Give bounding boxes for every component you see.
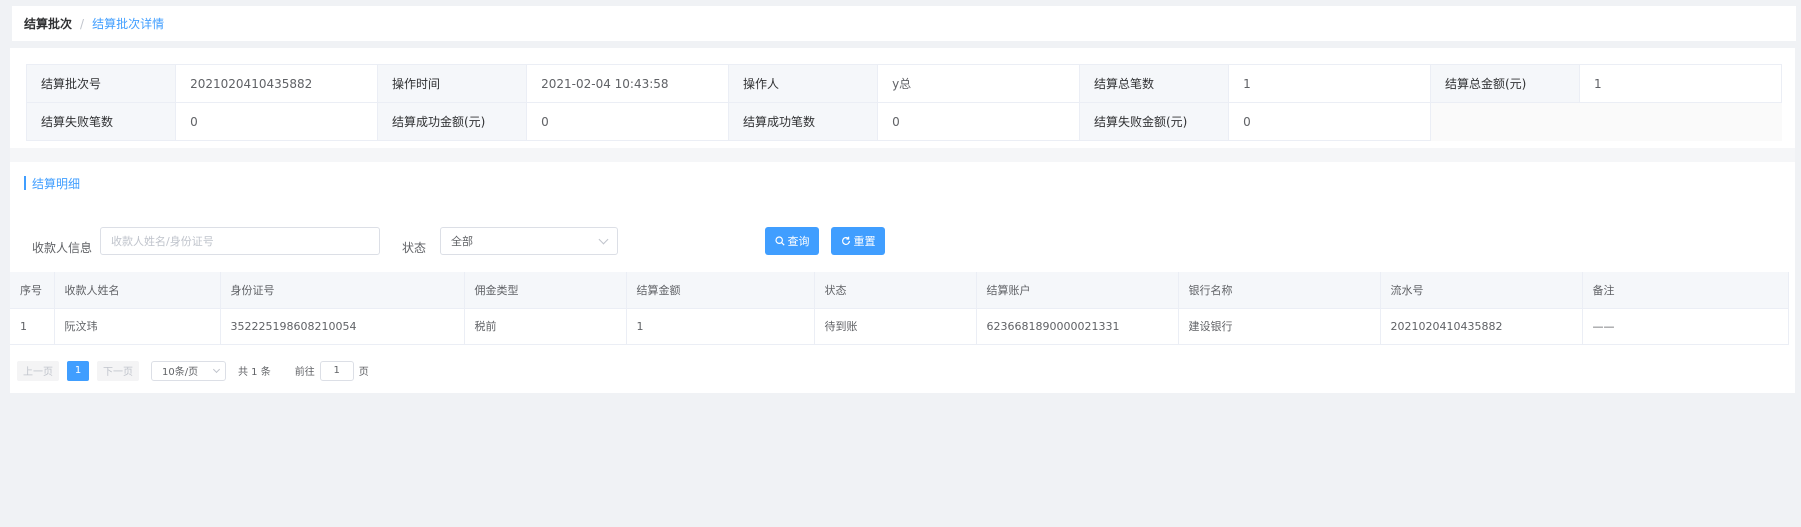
summary-empty-cell xyxy=(1579,102,1782,141)
chevron-down-icon xyxy=(598,234,609,245)
column-header: 序号 xyxy=(10,272,55,309)
payee-info-label: 收款人信息 xyxy=(32,241,93,255)
summary-value: y总 xyxy=(877,64,1080,103)
status-select[interactable]: 全部 xyxy=(440,227,618,255)
table-cell: 税前 xyxy=(464,308,627,345)
table-cell: 阮汶玮 xyxy=(54,308,221,345)
summary-label: 结算成功金额(元) xyxy=(376,102,528,141)
summary-label: 操作人 xyxy=(727,64,879,103)
table-header-row: 序号 收款人姓名 身份证号 佣金类型 结算金额 状态 结算账户 银行名称 流水号… xyxy=(10,272,1789,309)
summary-label: 结算失败笔数 xyxy=(25,102,177,141)
summary-value: 0 xyxy=(877,102,1080,141)
reset-button-label: 重置 xyxy=(853,235,876,248)
breadcrumb-separator: / xyxy=(80,16,85,31)
summary-label: 结算成功笔数 xyxy=(727,102,879,141)
table-cell: —— xyxy=(1582,308,1789,345)
goto-page-input[interactable] xyxy=(319,360,354,381)
table-cell: 待到账 xyxy=(814,308,977,345)
summary-label: 操作时间 xyxy=(376,64,528,103)
table-cell: 1 xyxy=(10,308,55,345)
status-label: 状态 xyxy=(402,241,427,255)
summary-value: 1 xyxy=(1579,64,1782,103)
status-select-value: 全部 xyxy=(451,235,473,248)
summary-label: 结算总金额(元) xyxy=(1429,64,1581,103)
column-header: 身份证号 xyxy=(220,272,465,309)
section-accent-bar xyxy=(24,176,26,190)
summary-value: 0 xyxy=(175,102,378,141)
total-count: 共 1 条 xyxy=(238,367,271,378)
page-jumper: 前往 页 xyxy=(294,360,369,381)
chevron-down-icon xyxy=(212,365,221,373)
column-header: 银行名称 xyxy=(1178,272,1381,309)
table-cell: 2021020410435882 xyxy=(1380,308,1583,345)
page-size-value: 10条/页 xyxy=(162,367,199,378)
table-cell: 352225198608210054 xyxy=(220,308,465,345)
column-header: 收款人姓名 xyxy=(54,272,221,309)
summary-row-1: 结算批次号 2021020410435882 操作时间 2021-02-04 1… xyxy=(25,64,1782,103)
table-cell: 6236681890000021331 xyxy=(976,308,1179,345)
summary-value: 0 xyxy=(1228,102,1431,141)
summary-value: 2021020410435882 xyxy=(175,64,378,103)
summary-label: 结算批次号 xyxy=(25,64,177,103)
summary-table: 结算批次号 2021020410435882 操作时间 2021-02-04 1… xyxy=(25,64,1782,141)
search-button[interactable]: 查询 xyxy=(765,227,819,255)
refresh-icon xyxy=(841,236,850,245)
breadcrumb-current: 结算批次详情 xyxy=(92,17,165,31)
page-size-select[interactable]: 10条/页 xyxy=(151,360,226,381)
payee-search-input[interactable] xyxy=(100,227,380,255)
summary-label: 结算失败金额(元) xyxy=(1078,102,1230,141)
filter-bar: 收款人信息 状态 全部 查询 重置 xyxy=(10,213,1795,273)
summary-value: 1 xyxy=(1228,64,1431,103)
search-button-label: 查询 xyxy=(787,235,810,248)
breadcrumb: 结算批次 / 结算批次详情 xyxy=(12,6,1796,41)
summary-value: 2021-02-04 10:43:58 xyxy=(526,64,729,103)
column-header: 结算账户 xyxy=(976,272,1179,309)
column-header: 流水号 xyxy=(1380,272,1583,309)
search-icon xyxy=(774,236,785,246)
breadcrumb-parent[interactable]: 结算批次 xyxy=(24,15,72,32)
page-number-1[interactable]: 1 xyxy=(67,360,89,381)
pagination: 上一页 1 下一页 10条/页 共 1 条 前往 页 xyxy=(10,348,1795,393)
summary-label: 结算总笔数 xyxy=(1078,64,1230,103)
section-title: 结算明细 xyxy=(32,176,81,191)
detail-grid: 序号 收款人姓名 身份证号 佣金类型 结算金额 状态 结算账户 银行名称 流水号… xyxy=(10,272,1789,345)
column-header: 结算金额 xyxy=(626,272,815,309)
column-header: 状态 xyxy=(814,272,977,309)
goto-suffix: 页 xyxy=(358,367,369,378)
settlement-detail-table: 序号 收款人姓名 身份证号 佣金类型 结算金额 状态 结算账户 银行名称 流水号… xyxy=(10,272,1795,345)
table-row: 1 阮汶玮 352225198608210054 税前 1 待到账 623668… xyxy=(10,308,1789,345)
table-cell: 建设银行 xyxy=(1178,308,1381,345)
summary-value: 0 xyxy=(526,102,729,141)
summary-row-2: 结算失败笔数 0 结算成功金额(元) 0 结算成功笔数 0 结算失败金额(元) … xyxy=(25,102,1782,141)
goto-prefix: 前往 xyxy=(294,367,315,378)
next-page-button[interactable]: 下一页 xyxy=(97,360,139,381)
section-header: 结算明细 xyxy=(10,162,1795,204)
column-header: 佣金类型 xyxy=(464,272,627,309)
prev-page-button[interactable]: 上一页 xyxy=(17,360,59,381)
reset-button[interactable]: 重置 xyxy=(831,227,885,255)
summary-empty-cell xyxy=(1430,102,1580,141)
table-cell: 1 xyxy=(626,308,815,345)
column-header: 备注 xyxy=(1582,272,1789,309)
batch-summary: 结算批次号 2021020410435882 操作时间 2021-02-04 1… xyxy=(25,64,1782,141)
content-panel: 结算批次号 2021020410435882 操作时间 2021-02-04 1… xyxy=(10,48,1795,393)
